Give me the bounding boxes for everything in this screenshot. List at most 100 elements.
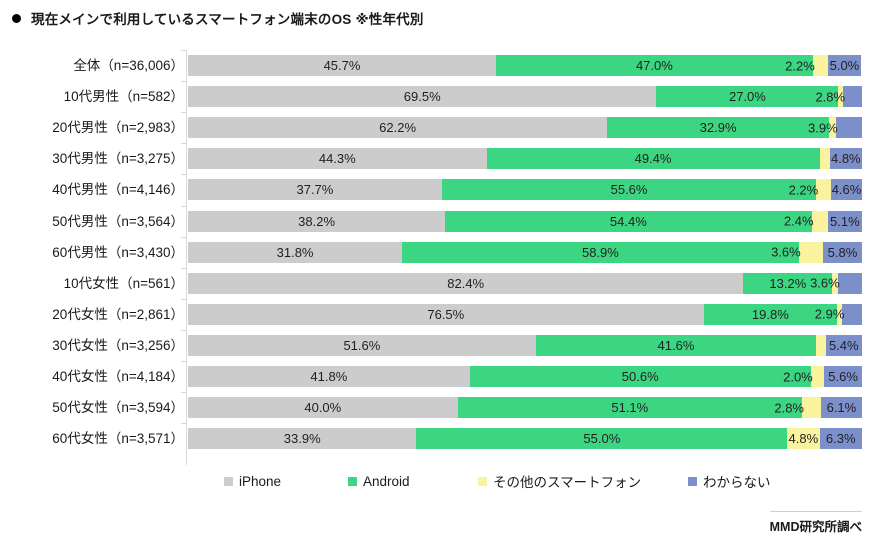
bar-segment-other: 2.2% <box>789 179 832 201</box>
category-label: 30代男性（n=3,275） <box>52 151 184 167</box>
bar-row: 44.3% 49.4% 4.8% <box>188 148 862 170</box>
segment-value-label: 69.5% <box>403 89 441 105</box>
category-label: 全体（n=36,006） <box>73 58 184 73</box>
category-label: 10代女性（n=561） <box>63 275 184 291</box>
bar-segment-android: 32.9% <box>607 117 829 139</box>
segment-value-label: 4.6% <box>831 182 862 198</box>
bar-segment-unknown: 6.1% <box>820 397 862 419</box>
axis-tick <box>181 392 187 394</box>
bar-segment-iphone: 38.2% <box>188 210 446 232</box>
segment-value-label: 49.4% <box>634 151 672 167</box>
chart-root: 現在メインで利用しているスマートフォン端末のOS ※性年代別 全体（n=36,0… <box>0 0 874 541</box>
bar-segment-iphone: 37.7% <box>188 179 442 201</box>
category-label: 10代男性（n=582） <box>63 89 184 105</box>
axis-tick <box>181 112 187 114</box>
category-label: 30代女性（n=3,256） <box>52 337 184 353</box>
legend-label: Android <box>363 473 410 489</box>
bar-segment-other <box>816 334 826 356</box>
source-credit: MMD研究所調べ <box>769 511 862 535</box>
bar-segment-other: 4.8% <box>787 428 820 450</box>
axis-tick <box>181 267 187 269</box>
bar-segment-iphone: 76.5% <box>188 303 704 325</box>
segment-value-label: 44.3% <box>318 151 356 167</box>
bar-segment-other: 3.6% <box>771 241 823 263</box>
legend-label: その他のスマートフォン <box>493 475 642 490</box>
category-label: 50代男性（n=3,564） <box>52 213 184 229</box>
category-label: 40代男性（n=4,146） <box>52 182 184 198</box>
axis-tick <box>181 143 187 145</box>
bar-row: 41.8% 50.6% 2.0% 5.6% <box>188 366 862 387</box>
bar-segment-iphone: 82.4% <box>188 272 744 294</box>
bar-segment-iphone: 62.2% <box>188 117 608 139</box>
segment-value-label: 50.6% <box>621 369 659 384</box>
axis-tick <box>181 81 187 83</box>
bar-segment-iphone: 44.3% <box>188 148 487 170</box>
bar-segment-unknown: 6.3% <box>819 428 862 450</box>
bar-segment-other: 2.2% <box>785 55 828 76</box>
bar-segment-android: 55.0% <box>416 428 788 450</box>
segment-value-label: 6.3% <box>825 431 856 447</box>
axis-tick <box>181 205 187 207</box>
bar-segment-android: 13.2% <box>743 272 833 294</box>
bar-segment-other: 2.4% <box>784 210 828 232</box>
bar-segment-unknown: 5.1% <box>827 210 862 232</box>
bar-segment-android: 58.9% <box>402 241 799 263</box>
segment-value-label: 55.6% <box>610 182 648 198</box>
segment-value-label: 41.8% <box>310 369 348 384</box>
bar-row: 51.6% 41.6% 5.4% <box>188 334 862 356</box>
legend-swatch-unknown-icon <box>688 476 697 486</box>
bullet-dot-icon <box>12 13 21 23</box>
axis-tick <box>181 329 187 331</box>
segment-value-label: 47.0% <box>635 58 673 73</box>
page-title: 現在メインで利用しているスマートフォン端末のOS ※性年代別 <box>31 12 424 27</box>
bar-segment-unknown: 3.6% <box>810 272 862 294</box>
bar-row: 37.7% 55.6% 2.2% 4.6% <box>188 179 862 201</box>
bar-segment-android: 55.6% <box>441 179 817 201</box>
bar-segment-iphone: 33.9% <box>188 428 417 450</box>
legend-item-android[interactable]: Android <box>348 474 410 489</box>
legend-item-iphone[interactable]: iPhone <box>224 474 281 489</box>
axis-tick <box>181 236 187 238</box>
segment-value-label: 5.6% <box>828 369 858 384</box>
bar-segment-iphone: 69.5% <box>188 86 657 108</box>
bar-segment-android: 51.1% <box>457 397 802 419</box>
segment-value-label: 76.5% <box>427 306 465 322</box>
bar-segment-iphone: 40.0% <box>188 397 458 419</box>
category-label: 60代女性（n=3,571） <box>52 431 184 447</box>
segment-value-label: 41.6% <box>657 337 695 353</box>
bar-segment-other <box>819 148 830 170</box>
segment-value-label: 5.0% <box>829 58 860 73</box>
segment-value-label: 4.8% <box>788 431 819 447</box>
segment-value-label: 4.8% <box>830 151 861 167</box>
bar-segment-other: 2.8% <box>774 397 821 419</box>
bar-segment-android: 50.6% <box>469 366 811 387</box>
legend-item-other[interactable]: その他のスマートフォン <box>478 471 641 491</box>
segment-value-label: 31.8% <box>276 244 314 260</box>
segment-value-label: 51.6% <box>343 337 381 353</box>
category-label: 20代男性（n=2,983） <box>52 120 184 136</box>
axis-tick <box>181 298 187 300</box>
axis-tick <box>181 361 187 362</box>
bar-segment-unknown: 5.4% <box>825 334 862 356</box>
segment-value-label: 62.2% <box>379 120 417 136</box>
segment-value-label: 40.0% <box>304 400 342 416</box>
bar-segment-unknown: 2.9% <box>815 303 862 325</box>
segment-value-label: 58.9% <box>581 244 619 260</box>
bar-segment-android: 19.8% <box>703 303 838 325</box>
category-label: 20代女性（n=2,861） <box>52 306 184 322</box>
axis-tick <box>181 174 187 176</box>
bar-row: 38.2% 54.4% 2.4% 5.1% <box>188 210 862 232</box>
bar-segment-unknown: 4.6% <box>831 179 862 201</box>
segment-value-label: 51.1% <box>611 400 649 416</box>
bar-segment-android: 27.0% <box>656 86 839 108</box>
segment-value-label: 5.4% <box>828 337 859 353</box>
plot-area: 45.7% 47.0% 2.2% 5.0% 69.5% 27.0% 2.8% 62.2% 32.… <box>181 50 863 465</box>
bar-row: 31.8% 58.9% 3.6% 5.8% <box>188 241 863 263</box>
bar-segment-iphone: 31.8% <box>188 241 403 263</box>
bar-row: 82.4% 13.2% 3.6% <box>188 272 862 294</box>
segment-value-label: 5.8% <box>827 244 858 260</box>
category-label: 50代女性（n=3,594） <box>52 400 184 416</box>
bar-segment-other: 2.0% <box>783 366 825 387</box>
legend-item-unknown[interactable]: わからない <box>688 471 771 491</box>
chart-legend: iPhone Android その他のスマートフォン わからない <box>188 468 862 494</box>
